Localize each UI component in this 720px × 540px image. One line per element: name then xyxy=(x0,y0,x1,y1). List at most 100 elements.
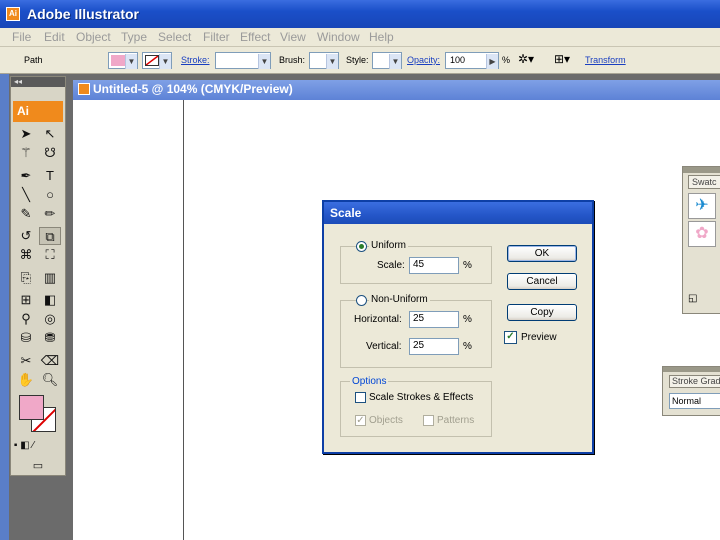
panel-grip[interactable] xyxy=(663,367,720,372)
eyedropper-tool-icon[interactable]: ⚲ xyxy=(15,310,37,328)
uniform-radio[interactable] xyxy=(356,241,367,252)
non-uniform-label: Non-Uniform xyxy=(369,294,430,305)
eraser-tool-icon[interactable]: ⌫ xyxy=(39,352,61,370)
warp-tool-icon[interactable]: ⌘ xyxy=(15,246,37,264)
swatch-flower-icon[interactable]: ✿ xyxy=(688,221,716,247)
selection-type-label: Path xyxy=(24,55,43,65)
toolbox-collapse[interactable]: ◂◂ xyxy=(11,77,65,87)
control-bar: Path ▼ ▼ Stroke: ▼ Brush: ▼ Style: ▼ Opa… xyxy=(0,47,720,74)
menu-bar: File Edit Object Type Select Filter Effe… xyxy=(0,28,720,47)
artboard-edge xyxy=(183,100,184,540)
document-titlebar: Untitled-5 @ 104% (CMYK/Preview) xyxy=(73,80,720,100)
stroke-link[interactable]: Stroke: xyxy=(181,55,210,65)
scale-strokes-checkbox[interactable] xyxy=(355,392,366,403)
fill-color-chip xyxy=(111,55,125,66)
no-stroke-icon xyxy=(145,55,159,66)
swatch-library-icon[interactable]: ◱ xyxy=(688,293,697,304)
opacity-unit: % xyxy=(502,55,511,65)
gradient-tool-icon[interactable]: ◧ xyxy=(39,291,61,309)
chevron-down-icon: ▼ xyxy=(389,54,401,69)
options-label: Options xyxy=(350,376,389,387)
menu-select[interactable]: Select xyxy=(158,30,191,44)
scissors-tool-icon[interactable]: ✂ xyxy=(15,352,37,370)
graph-tool-icon[interactable]: ▥ xyxy=(39,269,61,287)
stroke-weight-field[interactable]: ▼ xyxy=(215,52,271,69)
menu-window[interactable]: Window xyxy=(317,30,360,44)
menu-edit[interactable]: Edit xyxy=(44,30,65,44)
non-uniform-radio[interactable] xyxy=(356,295,367,306)
document-title: Untitled-5 @ 104% (CMYK/Preview) xyxy=(93,82,293,96)
scale-tool-icon[interactable]: ⧉ xyxy=(39,227,61,245)
patterns-checkbox[interactable] xyxy=(423,415,434,426)
line-tool-icon[interactable]: ╲ xyxy=(15,186,37,204)
swatch-bird-icon[interactable]: ✈ xyxy=(688,193,716,219)
app-icon: Ai xyxy=(6,7,20,21)
blend-mode-dropdown[interactable]: Normal xyxy=(669,393,720,409)
ai-logo: Ai xyxy=(13,101,63,122)
scale-unit: % xyxy=(463,260,472,271)
free-transform-tool-icon[interactable]: ⛶ xyxy=(39,246,61,264)
fill-swatch[interactable] xyxy=(19,395,44,420)
menu-file[interactable]: File xyxy=(12,30,31,44)
pen-tool-icon[interactable]: ✒ xyxy=(15,167,37,185)
vertical-input[interactable]: 25 xyxy=(409,338,459,355)
ellipse-tool-icon[interactable]: ○ xyxy=(39,186,61,204)
workspace-background xyxy=(66,74,73,540)
objects-checkbox[interactable]: ✓ xyxy=(355,415,366,426)
stroke-gradient-panel: Stroke Grad Normal xyxy=(662,366,720,416)
menu-effect[interactable]: Effect xyxy=(240,30,270,44)
live-paint-tool-icon[interactable]: ⛁ xyxy=(15,329,37,347)
magic-wand-tool-icon[interactable]: ⚚ xyxy=(15,144,37,162)
type-tool-icon[interactable]: T xyxy=(39,167,61,185)
scale-input[interactable]: 45 xyxy=(409,257,459,274)
app-titlebar: Ai Adobe Illustrator xyxy=(0,0,720,28)
options-group xyxy=(340,381,492,437)
screen-mode-icon[interactable]: ▭ xyxy=(27,457,49,475)
symbol-sprayer-tool-icon[interactable]: ⎘ xyxy=(15,269,37,287)
align-icon[interactable]: ⊞▾ xyxy=(554,52,570,66)
stroke-gradient-tabs[interactable]: Stroke Grad xyxy=(669,375,720,388)
recolor-icon[interactable]: ✲▾ xyxy=(518,52,534,66)
lasso-tool-icon[interactable]: ☋ xyxy=(39,144,61,162)
transform-link[interactable]: Transform xyxy=(585,55,626,65)
menu-view[interactable]: View xyxy=(280,30,306,44)
chevron-down-icon: ▼ xyxy=(125,54,137,69)
copy-button[interactable]: Copy xyxy=(507,304,577,321)
horizontal-unit: % xyxy=(463,314,472,325)
rotate-tool-icon[interactable]: ↺ xyxy=(15,227,37,245)
mesh-tool-icon[interactable]: ⊞ xyxy=(15,291,37,309)
ok-button[interactable]: OK xyxy=(507,245,577,262)
chevron-down-icon: ▼ xyxy=(326,54,338,69)
pencil-tool-icon[interactable]: ✏ xyxy=(39,205,61,223)
document-icon xyxy=(78,83,90,95)
paintbrush-tool-icon[interactable]: ✎ xyxy=(15,205,37,223)
opacity-link[interactable]: Opacity: xyxy=(407,55,440,65)
hand-tool-icon[interactable]: ✋ xyxy=(15,371,37,389)
color-mode-icons[interactable]: ▪ ◧ ⁄ xyxy=(13,437,35,455)
vertical-label: Vertical: xyxy=(366,341,402,352)
live-paint-selection-tool-icon[interactable]: ⛃ xyxy=(39,329,61,347)
opacity-field[interactable]: 100 ▶ xyxy=(445,52,499,69)
zoom-tool-icon[interactable]: 🔍︎ xyxy=(39,371,61,389)
vertical-unit: % xyxy=(463,341,472,352)
blend-tool-icon[interactable]: ◎ xyxy=(39,310,61,328)
horizontal-input[interactable]: 25 xyxy=(409,311,459,328)
cancel-button[interactable]: Cancel xyxy=(507,273,577,290)
dialog-title: Scale xyxy=(324,202,592,224)
menu-filter[interactable]: Filter xyxy=(203,30,230,44)
style-dropdown[interactable]: ▼ xyxy=(372,52,402,69)
scale-dialog: Scale Uniform Scale: 45 % Non-Uniform Ho… xyxy=(322,200,594,454)
selection-tool-icon[interactable]: ➤ xyxy=(15,125,37,143)
preview-checkbox[interactable]: ✓ xyxy=(504,331,517,344)
fill-color-dropdown[interactable]: ▼ xyxy=(108,52,138,69)
menu-type[interactable]: Type xyxy=(121,30,147,44)
direct-selection-tool-icon[interactable]: ↖ xyxy=(39,125,61,143)
horizontal-label: Horizontal: xyxy=(354,314,402,325)
panel-grip[interactable] xyxy=(683,167,720,173)
scale-strokes-label: Scale Strokes & Effects xyxy=(369,392,474,403)
menu-object[interactable]: Object xyxy=(76,30,111,44)
stroke-color-dropdown[interactable]: ▼ xyxy=(142,52,172,69)
swatches-tab[interactable]: Swatc xyxy=(688,175,720,189)
brush-dropdown[interactable]: ▼ xyxy=(309,52,339,69)
menu-help[interactable]: Help xyxy=(369,30,394,44)
